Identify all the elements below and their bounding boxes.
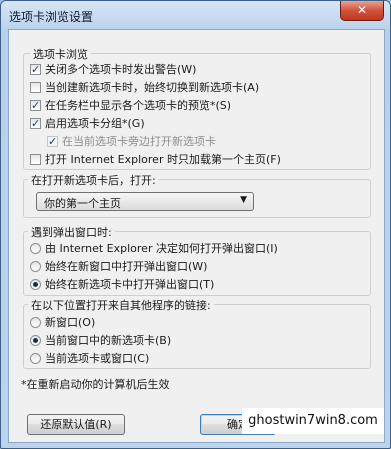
checkbox-open-next-to-current [47,134,58,150]
new-tab-open-group-title: 在打开新选项卡后，打开: [28,172,159,188]
window-title: 选项卡浏览设置 [9,10,94,24]
option-label: 始终在新窗口中打开弹出窗口(W) [45,260,208,273]
option-label: 关闭多个选项卡时发出警告(W) [45,63,197,76]
radio-links-new-tab[interactable] [30,335,41,346]
option-label: 当前窗口中的新选项卡(B) [45,334,172,347]
external-links-group-title: 在以下位置打开来自其他程序的链接: [28,297,214,313]
tab-browsing-group-title: 选项卡浏览 [30,46,91,62]
checkbox-tab-groups[interactable] [30,116,41,132]
close-icon: ✕ [356,3,368,17]
option-label: 打开 Internet Explorer 时只加载第一个主页(F) [45,153,281,166]
new-tab-page-value: 你的第一个主页 [44,197,121,210]
option-label: 在当前选项卡旁边打开新选项卡 [62,135,216,148]
title-bar[interactable]: 选项卡浏览设置 ✕ [1,1,390,29]
option-open-next-to-current: 在当前选项卡旁边打开新选项卡 [47,134,216,150]
checkbox-load-first-home-page[interactable] [30,154,41,165]
checkbox-switch-to-new-tab[interactable] [30,82,41,93]
option-label: 由 Internet Explorer 决定如何打开弹出窗口(I) [45,242,278,255]
option-links-new-window[interactable]: 新窗口(O) [30,315,95,331]
new-tab-open-group: 在打开新选项卡后，打开: 你的第一个主页 ▼ [23,172,371,218]
radio-popup-new-tab[interactable] [30,279,41,290]
dialog-body: 选项卡浏览 关闭多个选项卡时发出警告(W) 当创建新选项卡时，始终切换到新选项卡… [8,29,385,443]
restart-note: *在重新启动你的计算机后生效 [21,378,170,391]
radio-popup-new-window[interactable] [30,261,41,272]
watermark-text: ghostwin7win8.com [242,408,384,434]
new-tab-page-select[interactable]: 你的第一个主页 ▼ [36,192,254,211]
option-links-new-tab[interactable]: 当前窗口中的新选项卡(B) [30,333,171,349]
chevron-down-icon: ▼ [240,195,247,205]
option-load-first-home-page[interactable]: 打开 Internet Explorer 时只加载第一个主页(F) [30,152,281,168]
radio-popup-ie-decides[interactable] [30,243,41,254]
option-popup-ie-decides[interactable]: 由 Internet Explorer 决定如何打开弹出窗口(I) [30,241,278,257]
close-button[interactable]: ✕ [340,1,384,21]
option-tab-groups[interactable]: 启用选项卡分组*(G) [30,116,145,132]
option-label: 始终在新选项卡中打开弹出窗口(T) [45,278,215,291]
option-label: 启用选项卡分组*(G) [45,117,145,130]
option-popup-new-tab[interactable]: 始终在新选项卡中打开弹出窗口(T) [30,277,214,293]
popup-group: 遇到弹出窗口时: 由 Internet Explorer 决定如何打开弹出窗口(… [23,224,371,296]
checkbox-taskbar-previews[interactable] [30,98,41,114]
option-links-current[interactable]: 当前选项卡或窗口(C) [30,351,149,367]
external-links-group: 在以下位置打开来自其他程序的链接: 新窗口(O) 当前窗口中的新选项卡(B) 当… [23,297,371,369]
dialog-window: 选项卡浏览设置 ✕ 选项卡浏览 关闭多个选项卡时发出警告(W) 当创建新选项卡时… [0,0,391,449]
option-label: 当创建新选项卡时，始终切换到新选项卡(A) [45,81,260,94]
option-taskbar-previews[interactable]: 在任务栏中显示各个选项卡的预览*(S) [30,98,231,114]
popup-group-title: 遇到弹出窗口时: [28,224,115,240]
radio-links-current[interactable] [30,353,41,364]
option-switch-to-new-tab[interactable]: 当创建新选项卡时，始终切换到新选项卡(A) [30,80,259,96]
option-warn-close-multiple[interactable]: 关闭多个选项卡时发出警告(W) [30,62,196,78]
radio-links-new-window[interactable] [30,317,41,328]
tab-browsing-group: 选项卡浏览 关闭多个选项卡时发出警告(W) 当创建新选项卡时，始终切换到新选项卡… [23,46,371,170]
option-label: 当前选项卡或窗口(C) [45,352,150,365]
option-popup-new-window[interactable]: 始终在新窗口中打开弹出窗口(W) [30,259,207,275]
restore-defaults-button[interactable]: 还原默认值(R) [27,414,125,435]
option-label: 新窗口(O) [45,316,96,329]
checkbox-warn-close-multiple[interactable] [30,62,41,78]
option-label: 在任务栏中显示各个选项卡的预览*(S) [45,99,232,112]
